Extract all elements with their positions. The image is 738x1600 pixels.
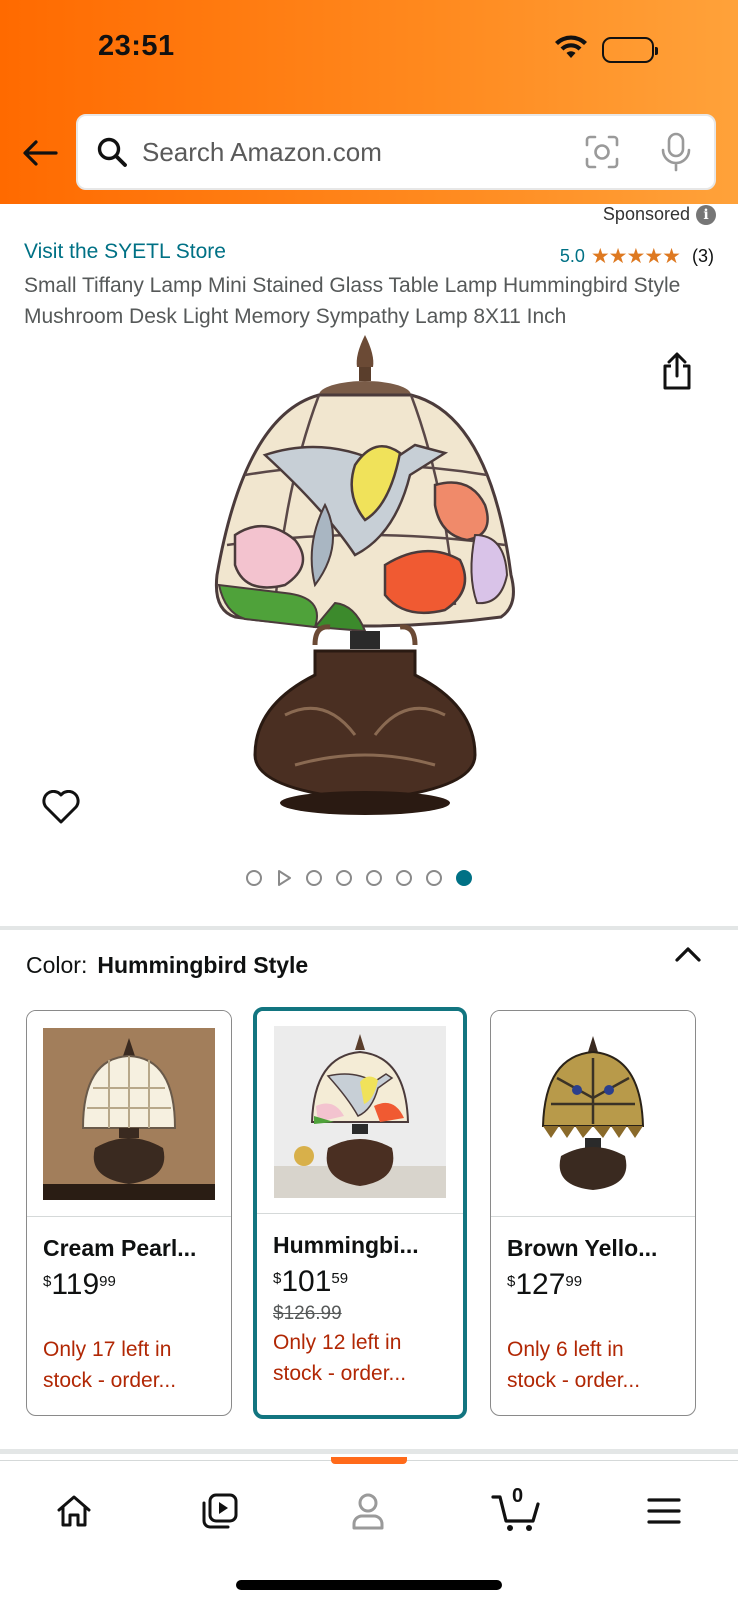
store-link[interactable]: Visit the SYETL Store — [24, 240, 226, 264]
rating-count: (3) — [692, 246, 714, 266]
status-time: 23:51 — [98, 30, 175, 62]
stock-line-1: Only 12 left in — [273, 1331, 402, 1354]
carousel-dot[interactable] — [396, 870, 412, 886]
nav-menu[interactable] — [634, 1485, 694, 1537]
stock-line-2: stock - order... — [43, 1369, 177, 1392]
variant-price: $119 99 — [43, 1270, 231, 1300]
carousel-dot[interactable] — [336, 870, 352, 886]
stock-notice: Only 12 left in stock - order... — [273, 1327, 451, 1389]
info-icon: i — [696, 204, 716, 225]
color-selector-label: Color: Hummingbird Style — [26, 952, 308, 979]
search-icon — [94, 134, 130, 170]
price-cents: 99 — [99, 1273, 116, 1290]
app-header: 23:51 — [0, 0, 738, 204]
nav-home[interactable] — [44, 1485, 104, 1537]
variant-name: Cream Pearl... — [43, 1235, 197, 1261]
color-label-text: Color: — [26, 952, 88, 978]
list-price: $126.99 — [273, 1303, 342, 1324]
product-title: Small Tiffany Lamp Mini Stained Glass Ta… — [24, 274, 681, 328]
section-divider — [0, 926, 738, 930]
variant-thumbnail — [257, 1011, 463, 1214]
variant-thumbnail — [27, 1011, 231, 1217]
back-button[interactable] — [20, 133, 60, 173]
color-variant-card[interactable]: Cream Pearl... $119 99 Only 17 left in st… — [26, 1010, 232, 1416]
rating-summary[interactable]: 5.0 ★★★★★ (3) — [560, 244, 714, 269]
cart-count: 0 — [512, 1485, 524, 1507]
menu-icon — [647, 1498, 681, 1524]
carousel-dot[interactable] — [366, 870, 382, 886]
price-cents: 99 — [565, 1273, 583, 1290]
variant-name: Brown Yello... — [507, 1235, 658, 1261]
price-whole: 127 — [515, 1268, 566, 1301]
star-rating-icon: ★★★★★ — [590, 245, 681, 268]
stock-line-1: Only 17 left in — [43, 1338, 172, 1361]
color-variant-card[interactable]: Brown Yello... $127 99 Only 6 left in sto… — [490, 1010, 696, 1416]
home-indicator — [236, 1580, 502, 1590]
wifi-icon — [554, 34, 588, 65]
nav-account[interactable] — [338, 1485, 398, 1537]
search-input[interactable] — [142, 136, 562, 168]
carousel-dot-active[interactable] — [456, 870, 472, 886]
home-icon — [57, 1495, 91, 1527]
price-whole: 101 — [281, 1265, 332, 1298]
account-icon — [352, 1493, 384, 1530]
heart-icon[interactable] — [42, 789, 80, 829]
stock-line-2: stock - order... — [273, 1362, 407, 1385]
carousel-dot[interactable] — [426, 870, 442, 886]
nav-video[interactable] — [190, 1485, 250, 1537]
microphone-icon[interactable] — [660, 132, 692, 177]
camera-lens-icon[interactable] — [584, 134, 620, 175]
chevron-up-icon[interactable] — [674, 944, 702, 969]
battery-icon — [602, 36, 658, 63]
stock-line-2: stock - order... — [507, 1369, 641, 1392]
stock-line-1: Only 6 left in — [507, 1338, 624, 1361]
stock-notice: Only 6 left in stock - order... — [507, 1334, 685, 1396]
share-icon[interactable] — [660, 352, 694, 395]
sponsored-label[interactable]: Sponsored i — [603, 204, 716, 225]
back-arrow-icon — [23, 140, 58, 166]
active-tab-indicator — [331, 1457, 407, 1464]
variant-price: $127 99 — [507, 1270, 695, 1300]
variant-price: $101 59 — [273, 1267, 463, 1297]
price-currency: $ — [507, 1273, 516, 1290]
color-variant-card-selected[interactable]: Hummingbi... $101 59 $126.99 Only 12 left… — [253, 1007, 467, 1419]
video-play-icon[interactable] — [276, 870, 292, 886]
status-icons — [554, 34, 658, 65]
variant-name: Hummingbi... — [273, 1232, 419, 1258]
sponsored-text: Sponsored — [602, 204, 690, 224]
video-icon — [202, 1493, 238, 1529]
section-divider — [0, 1449, 738, 1454]
selected-color-value: Hummingbird Style — [97, 952, 309, 978]
variant-thumbnail — [491, 1011, 695, 1217]
rating-value: 5.0 — [559, 246, 585, 266]
stock-notice: Only 17 left in stock - order... — [43, 1334, 221, 1396]
price-currency: $ — [43, 1273, 52, 1290]
carousel-dot[interactable] — [306, 870, 322, 886]
bottom-navigation: 0 — [0, 1457, 738, 1600]
price-currency: $ — [273, 1270, 282, 1287]
price-cents: 59 — [331, 1270, 349, 1287]
search-bar[interactable] — [76, 114, 716, 190]
price-whole: 119 — [51, 1268, 100, 1301]
image-carousel-dots — [246, 870, 472, 886]
nav-cart[interactable]: 0 — [486, 1485, 546, 1537]
product-image[interactable] — [205, 335, 535, 835]
carousel-dot[interactable] — [246, 870, 262, 886]
